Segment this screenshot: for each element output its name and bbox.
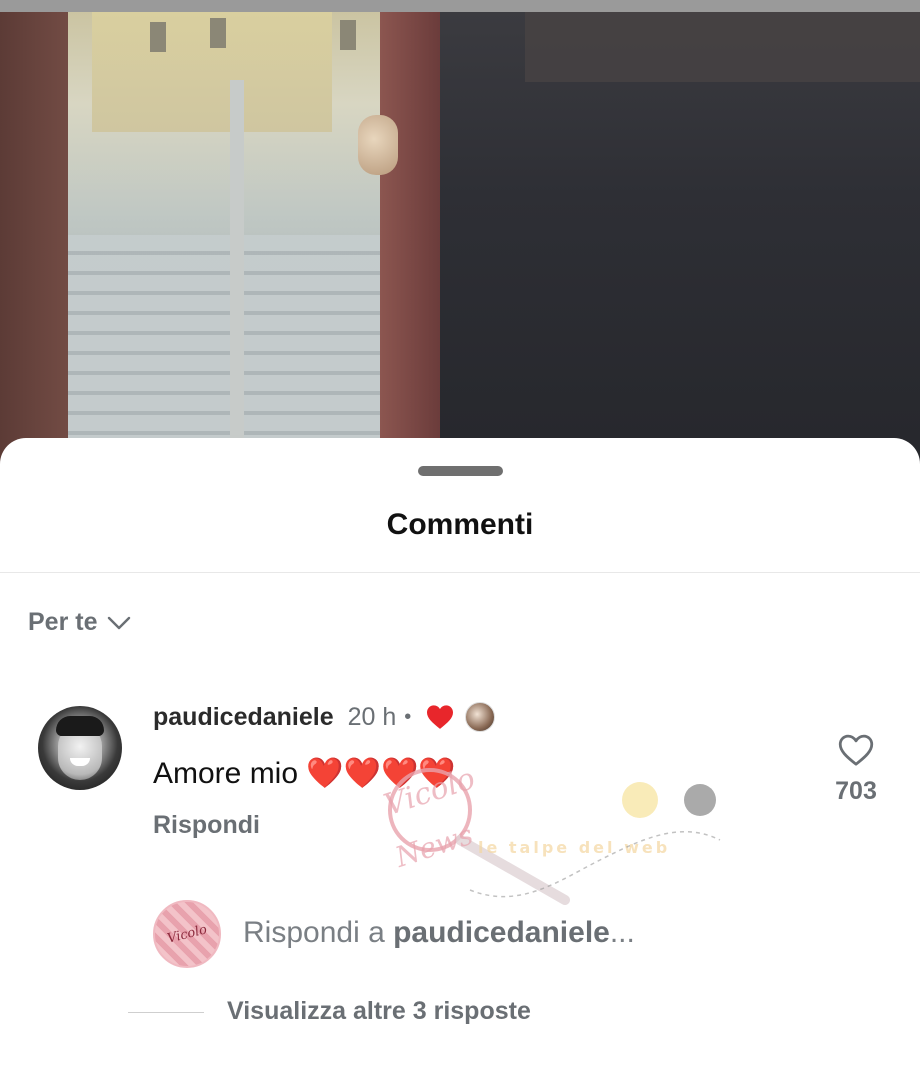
door-knob — [358, 115, 398, 175]
comment-header: paudicedaniele 20 h • — [153, 702, 496, 732]
sort-label: Per te — [28, 608, 98, 636]
reply-username: paudicedaniele — [393, 916, 610, 949]
reply-button[interactable]: Rispondi — [153, 811, 260, 840]
like-button[interactable]: 703 — [826, 733, 886, 806]
view-more-replies-button[interactable]: Visualizza altre 3 risposte — [227, 997, 531, 1026]
heart-outline-icon — [826, 733, 886, 767]
avatar-hair — [56, 716, 104, 736]
comment-text: Amore mio ❤️❤️❤️❤️ — [153, 757, 456, 790]
comment-username[interactable]: paudicedaniele — [153, 703, 334, 732]
heart-filled-icon — [425, 704, 455, 730]
current-user-avatar: Vicolo — [153, 900, 221, 968]
building-window — [150, 22, 166, 52]
comments-sheet: Commenti Per te paudicedaniele 20 h • Am… — [0, 438, 920, 1067]
like-count: 703 — [835, 777, 877, 805]
building-window — [340, 20, 356, 50]
reply-prefix: Rispondi a — [243, 916, 394, 949]
door-frame — [380, 12, 440, 470]
fence — [68, 235, 380, 440]
sheet-title: Commenti — [386, 508, 534, 541]
separator-dot: • — [404, 705, 412, 728]
sheet-drag-handle[interactable] — [418, 466, 503, 476]
sort-dropdown[interactable]: Per te — [28, 608, 131, 637]
video-background — [0, 0, 920, 470]
replies-line — [128, 1012, 204, 1013]
divider — [0, 572, 920, 573]
avatar-logo-text: Vicolo — [165, 921, 209, 947]
building-window — [210, 18, 226, 48]
shoulder — [525, 12, 920, 82]
commenter-avatar[interactable] — [38, 706, 122, 790]
chevron-down-icon — [107, 616, 131, 630]
comment-time: 20 h — [347, 702, 397, 731]
status-strip — [0, 0, 920, 12]
reply-input[interactable]: Rispondi a paudicedaniele... — [243, 916, 635, 950]
pole — [230, 80, 244, 470]
reply-suffix: ... — [609, 916, 635, 949]
creator-avatar — [465, 702, 496, 732]
